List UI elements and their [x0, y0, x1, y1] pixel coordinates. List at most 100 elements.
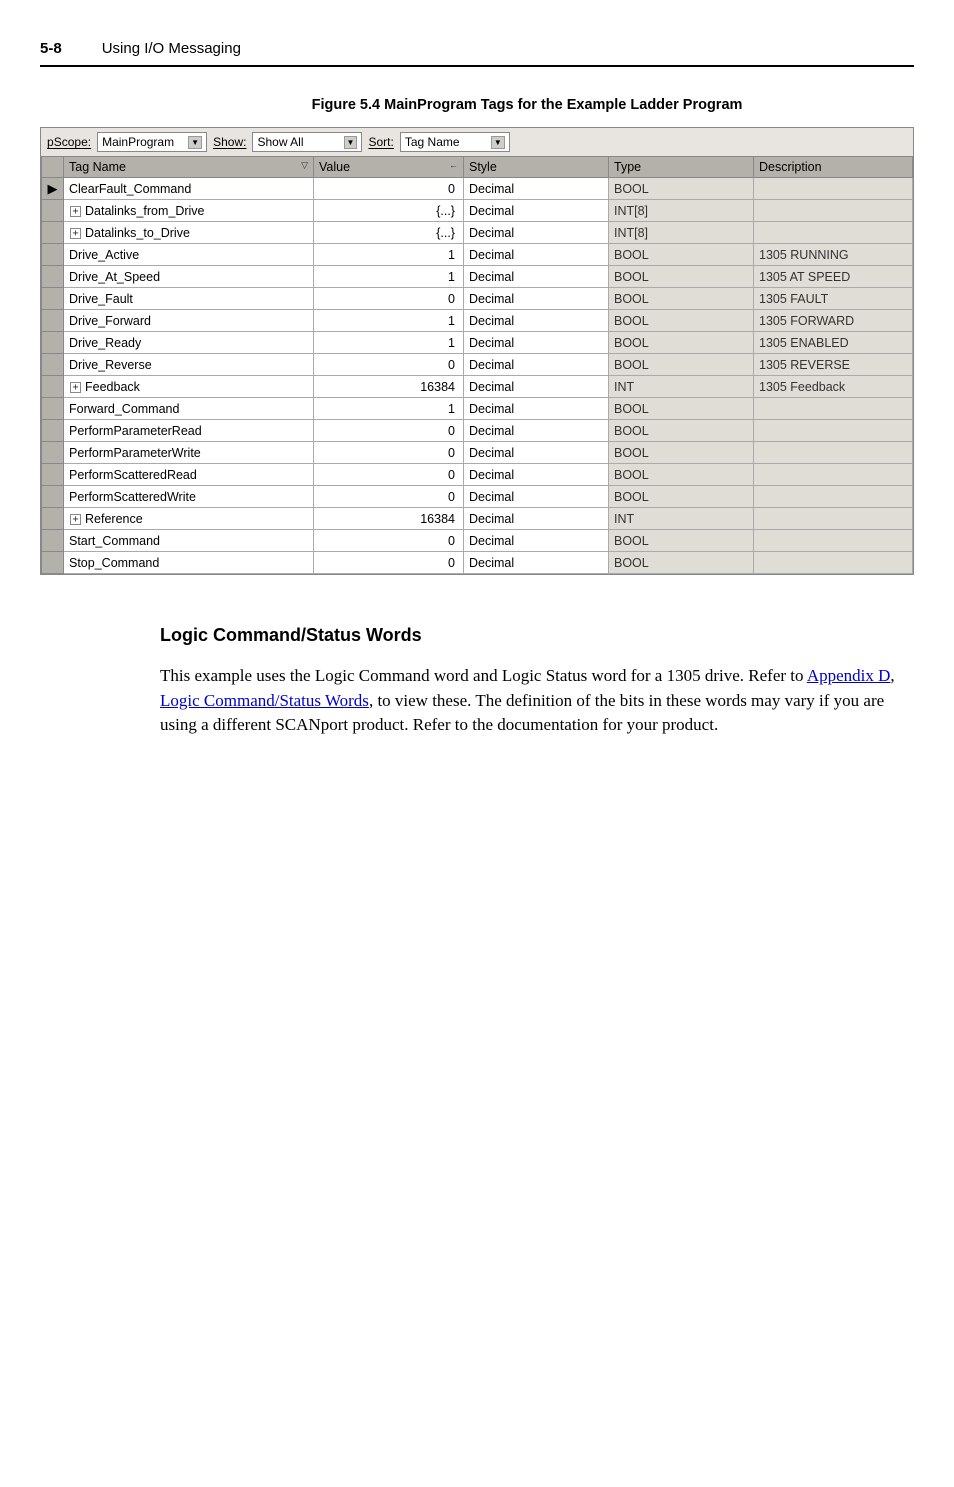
description-cell[interactable]: [754, 530, 913, 552]
expand-icon[interactable]: +: [70, 228, 81, 239]
style-cell[interactable]: Decimal: [464, 420, 609, 442]
value-cell[interactable]: 1: [314, 244, 464, 266]
col-value-header[interactable]: Value ←: [314, 157, 464, 178]
table-row[interactable]: PerformScatteredWrite0DecimalBOOL: [42, 486, 913, 508]
value-cell[interactable]: 16384: [314, 508, 464, 530]
tag-name-cell[interactable]: Start_Command: [64, 530, 314, 552]
table-row[interactable]: Start_Command0DecimalBOOL: [42, 530, 913, 552]
description-cell[interactable]: 1305 ENABLED: [754, 332, 913, 354]
expand-icon[interactable]: +: [70, 382, 81, 393]
description-cell[interactable]: 1305 AT SPEED: [754, 266, 913, 288]
description-cell[interactable]: 1305 FAULT: [754, 288, 913, 310]
style-cell[interactable]: Decimal: [464, 464, 609, 486]
value-cell[interactable]: 0: [314, 178, 464, 200]
row-selector[interactable]: [42, 530, 64, 552]
description-cell[interactable]: [754, 442, 913, 464]
row-selector[interactable]: [42, 376, 64, 398]
value-cell[interactable]: 0: [314, 288, 464, 310]
table-row[interactable]: Drive_Ready1DecimalBOOL1305 ENABLED: [42, 332, 913, 354]
value-cell[interactable]: 0: [314, 354, 464, 376]
value-cell[interactable]: 0: [314, 442, 464, 464]
table-row[interactable]: +Reference16384DecimalINT: [42, 508, 913, 530]
scope-dropdown[interactable]: MainProgram ▼: [97, 132, 207, 152]
value-cell[interactable]: 1: [314, 310, 464, 332]
tag-name-cell[interactable]: PerformParameterWrite: [64, 442, 314, 464]
table-row[interactable]: Drive_Forward1DecimalBOOL1305 FORWARD: [42, 310, 913, 332]
row-selector[interactable]: [42, 244, 64, 266]
value-cell[interactable]: 0: [314, 530, 464, 552]
value-cell[interactable]: {...}: [314, 222, 464, 244]
row-selector[interactable]: [42, 552, 64, 574]
row-selector[interactable]: [42, 200, 64, 222]
sort-dropdown[interactable]: Tag Name ▼: [400, 132, 510, 152]
description-cell[interactable]: 1305 FORWARD: [754, 310, 913, 332]
value-cell[interactable]: 1: [314, 266, 464, 288]
tag-name-cell[interactable]: PerformScatteredRead: [64, 464, 314, 486]
table-row[interactable]: Stop_Command0DecimalBOOL: [42, 552, 913, 574]
table-row[interactable]: Drive_Active1DecimalBOOL1305 RUNNING: [42, 244, 913, 266]
description-cell[interactable]: [754, 398, 913, 420]
tag-name-cell[interactable]: +Datalinks_to_Drive: [64, 222, 314, 244]
tag-name-cell[interactable]: Forward_Command: [64, 398, 314, 420]
table-row[interactable]: +Feedback16384DecimalINT1305 Feedback: [42, 376, 913, 398]
row-selector[interactable]: [42, 266, 64, 288]
style-cell[interactable]: Decimal: [464, 310, 609, 332]
style-cell[interactable]: Decimal: [464, 354, 609, 376]
row-selector[interactable]: ▶: [42, 178, 64, 200]
value-cell[interactable]: 16384: [314, 376, 464, 398]
expand-icon[interactable]: +: [70, 206, 81, 217]
style-cell[interactable]: Decimal: [464, 178, 609, 200]
description-cell[interactable]: [754, 486, 913, 508]
style-cell[interactable]: Decimal: [464, 508, 609, 530]
col-desc-header[interactable]: Description: [754, 157, 913, 178]
style-cell[interactable]: Decimal: [464, 222, 609, 244]
table-row[interactable]: +Datalinks_from_Drive{...}DecimalINT[8]: [42, 200, 913, 222]
row-selector[interactable]: [42, 486, 64, 508]
value-cell[interactable]: 0: [314, 552, 464, 574]
row-selector[interactable]: [42, 310, 64, 332]
tag-name-cell[interactable]: ClearFault_Command: [64, 178, 314, 200]
description-cell[interactable]: [754, 178, 913, 200]
description-cell[interactable]: [754, 420, 913, 442]
table-row[interactable]: PerformParameterRead0DecimalBOOL: [42, 420, 913, 442]
table-row[interactable]: Drive_Reverse0DecimalBOOL1305 REVERSE: [42, 354, 913, 376]
style-cell[interactable]: Decimal: [464, 442, 609, 464]
row-selector[interactable]: [42, 288, 64, 310]
style-cell[interactable]: Decimal: [464, 486, 609, 508]
description-cell[interactable]: 1305 RUNNING: [754, 244, 913, 266]
table-row[interactable]: Drive_At_Speed1DecimalBOOL1305 AT SPEED: [42, 266, 913, 288]
table-row[interactable]: +Datalinks_to_Drive{...}DecimalINT[8]: [42, 222, 913, 244]
row-selector[interactable]: [42, 508, 64, 530]
tag-name-cell[interactable]: Drive_Reverse: [64, 354, 314, 376]
table-row[interactable]: ▶ClearFault_Command0DecimalBOOL: [42, 178, 913, 200]
row-selector[interactable]: [42, 442, 64, 464]
col-tagname-header[interactable]: Tag Name ▽: [64, 157, 314, 178]
table-row[interactable]: PerformParameterWrite0DecimalBOOL: [42, 442, 913, 464]
row-selector[interactable]: [42, 420, 64, 442]
style-cell[interactable]: Decimal: [464, 552, 609, 574]
description-cell[interactable]: [754, 552, 913, 574]
table-row[interactable]: Forward_Command1DecimalBOOL: [42, 398, 913, 420]
style-cell[interactable]: Decimal: [464, 266, 609, 288]
style-cell[interactable]: Decimal: [464, 200, 609, 222]
description-cell[interactable]: 1305 REVERSE: [754, 354, 913, 376]
row-selector[interactable]: [42, 398, 64, 420]
style-cell[interactable]: Decimal: [464, 244, 609, 266]
tag-name-cell[interactable]: Drive_Fault: [64, 288, 314, 310]
value-cell[interactable]: 0: [314, 464, 464, 486]
logic-words-link[interactable]: Logic Command/Status Words: [160, 691, 369, 710]
style-cell[interactable]: Decimal: [464, 376, 609, 398]
tag-name-cell[interactable]: Drive_Ready: [64, 332, 314, 354]
row-selector[interactable]: [42, 332, 64, 354]
tag-name-cell[interactable]: PerformScatteredWrite: [64, 486, 314, 508]
value-cell[interactable]: 1: [314, 332, 464, 354]
tag-name-cell[interactable]: +Datalinks_from_Drive: [64, 200, 314, 222]
description-cell[interactable]: [754, 464, 913, 486]
table-row[interactable]: PerformScatteredRead0DecimalBOOL: [42, 464, 913, 486]
value-cell[interactable]: 0: [314, 420, 464, 442]
tag-name-cell[interactable]: Drive_Active: [64, 244, 314, 266]
tag-name-cell[interactable]: +Reference: [64, 508, 314, 530]
tag-name-cell[interactable]: +Feedback: [64, 376, 314, 398]
style-cell[interactable]: Decimal: [464, 288, 609, 310]
col-type-header[interactable]: Type: [609, 157, 754, 178]
